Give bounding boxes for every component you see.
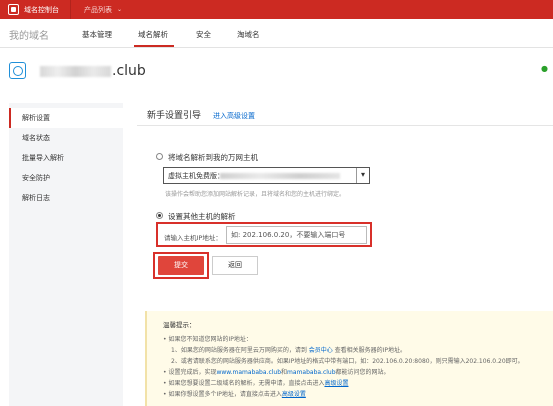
tip-text: • 如果您想要设置二级域名的解析，无需申请，直接点击进入 xyxy=(163,380,325,387)
tip-line: 1、如果您的网站服务器在阿里云万网购买的，请到 会员中心 查看相关服务器的IP地… xyxy=(171,347,406,355)
tip-text: 都能访问您的网站。 xyxy=(335,369,390,376)
top-divider xyxy=(70,0,71,19)
page-title: 我的域名 xyxy=(9,31,49,42)
host-select-value: 虚拟主机免费版： xyxy=(168,172,224,180)
section-title: 新手设置引导 xyxy=(147,111,202,121)
status-indicator-icon: ● xyxy=(541,64,548,73)
chevron-down-icon: ▾ xyxy=(356,168,369,183)
option-wanwang-host-label: 将域名解析到我的万网主机 xyxy=(168,153,258,162)
tips-panel: 温馨提示： • 如果您不知道您网站的IP地址： 1、如果您的网站服务器在阿里云万… xyxy=(145,311,553,406)
tip-text: • 如果您不知道您网站的IP地址： xyxy=(163,336,252,343)
advanced-settings-link[interactable]: 进入高级设置 xyxy=(213,111,255,121)
domain-name: .club xyxy=(40,63,146,79)
tip-text: 1、如果您的网站服务器在阿里云万网购买的，请到 xyxy=(171,347,309,354)
active-tab-indicator xyxy=(134,45,174,47)
tip-text: 2、或者请联系您的网站服务器供应商。如果IP地址的格式中带有端口，如：202.1… xyxy=(171,358,524,365)
domain-nav: 我的域名 基本管理 域名解析 安全 淘域名 xyxy=(0,19,553,48)
chevron-down-icon[interactable]: ⌄ xyxy=(117,6,122,13)
member-center-link[interactable]: 会员中心 xyxy=(309,347,333,354)
tip-text: • 设置完成后，实现 xyxy=(163,369,217,376)
tab-taoyuming[interactable]: 淘域名 xyxy=(237,29,260,40)
top-bar: 域名控制台 产品列表 ⌄ xyxy=(0,0,553,19)
sidebar: 解析设置 域名状态 批量导入解析 安全防护 解析日志 xyxy=(9,103,123,406)
sidebar-item-security[interactable]: 安全防护 xyxy=(9,168,123,188)
tip-line: • 如果您不知道您网站的IP地址： xyxy=(163,336,252,344)
tip-text: • 如果你想设置多个IP地址，请直接点击进入 xyxy=(163,391,282,398)
domain-suffix: .club xyxy=(112,63,146,79)
radio-wanwang-host[interactable] xyxy=(156,153,163,160)
option-other-host-label: 设置其他主机的解析 xyxy=(168,212,236,221)
sidebar-item-batch-import[interactable]: 批量导入解析 xyxy=(9,148,123,168)
host-binding-hint: 该操作会帮助您添加网站解析记录，且将域名和您的主机进行绑定。 xyxy=(165,191,346,198)
advanced-settings-link[interactable]: 高级设置 xyxy=(324,380,348,387)
sidebar-item-dns-log[interactable]: 解析日志 xyxy=(9,188,123,208)
redacted-domain xyxy=(40,65,111,77)
tab-basic-management[interactable]: 基本管理 xyxy=(82,29,112,40)
radio-other-host[interactable] xyxy=(156,212,163,219)
ip-address-input[interactable] xyxy=(226,226,367,244)
console-title[interactable]: 域名控制台 xyxy=(24,5,59,15)
sidebar-item-dns-settings[interactable]: 解析设置 xyxy=(9,108,123,128)
tab-security[interactable]: 安全 xyxy=(196,29,211,40)
tips-title: 温馨提示： xyxy=(163,321,196,329)
section-divider xyxy=(137,125,553,126)
www-domain-link[interactable]: www.mamababa.club xyxy=(216,369,281,376)
tip-line: 2、或者请联系您的网站服务器供应商。如果IP地址的格式中带有端口，如：202.1… xyxy=(171,358,524,366)
tip-text: 查看相关服务器的IP地址。 xyxy=(332,347,407,354)
ip-field-label: 请输入主机IP地址： xyxy=(164,234,222,242)
tip-line: • 设置完成后，实现www.mamababa.club和mamababa.clu… xyxy=(163,369,390,377)
tip-line: • 如果你想设置多个IP地址，请直接点击进入高级设置 xyxy=(163,391,306,399)
sidebar-item-domain-status[interactable]: 域名状态 xyxy=(9,128,123,148)
back-button[interactable]: 返回 xyxy=(212,256,258,275)
advanced-settings-link[interactable]: 高级设置 xyxy=(282,391,306,398)
root-domain-link[interactable]: mamababa.club xyxy=(287,369,336,376)
tip-line: • 如果您想要设置二级域名的解析，无需申请，直接点击进入高级设置 xyxy=(163,380,348,388)
console-logo-icon xyxy=(8,4,19,15)
domain-icon xyxy=(9,62,26,79)
product-list-menu[interactable]: 产品列表 xyxy=(84,5,112,15)
submit-button[interactable]: 提交 xyxy=(158,256,204,275)
tab-dns[interactable]: 域名解析 xyxy=(138,29,168,40)
redacted-host-name xyxy=(220,173,340,179)
host-select[interactable]: 虚拟主机免费版： ▾ xyxy=(163,167,370,184)
